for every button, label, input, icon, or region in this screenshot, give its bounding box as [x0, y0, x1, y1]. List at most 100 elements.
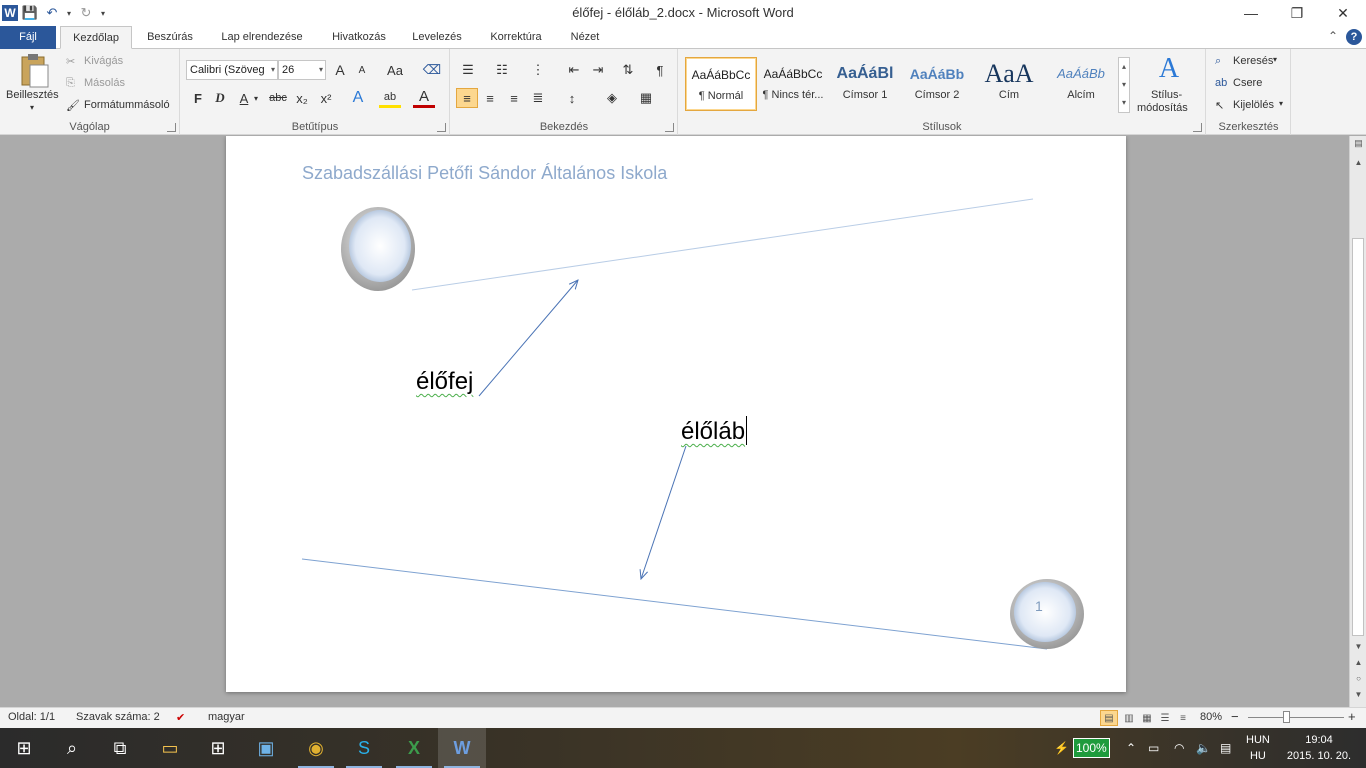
battery-indicator[interactable]: 100% — [1073, 738, 1110, 758]
align-center-icon[interactable]: ≡ — [479, 88, 501, 108]
show-formatting-icon[interactable]: ¶ — [649, 60, 671, 80]
style-normal[interactable]: AaÁáBbCc ¶ Normál — [685, 57, 757, 111]
scroll-down-icon[interactable]: ▼ — [1350, 642, 1366, 651]
restore-button[interactable]: ❐ — [1274, 0, 1320, 26]
grow-font-icon[interactable]: A — [329, 60, 351, 80]
superscript-icon[interactable]: x² — [315, 88, 337, 108]
draft-view-icon[interactable]: ≡ — [1174, 710, 1192, 726]
decrease-indent-icon[interactable]: ⇤ — [563, 60, 585, 80]
zoom-slider-track[interactable] — [1248, 717, 1344, 718]
paste-icon[interactable] — [16, 53, 50, 89]
file-explorer-icon[interactable]: ▭ — [146, 728, 194, 768]
sort-icon[interactable]: ⇅ — [617, 60, 639, 80]
outline-view-icon[interactable]: ☰ — [1156, 710, 1174, 726]
chrome-icon[interactable]: ◉ — [292, 728, 340, 768]
change-styles-label-2[interactable]: módosítás — [1137, 102, 1188, 114]
store-icon[interactable]: ⊞ — [194, 728, 242, 768]
subscript-icon[interactable]: x₂ — [291, 88, 313, 108]
battery-icon[interactable]: ▭ — [1148, 728, 1159, 768]
change-case-icon[interactable]: Aa — [381, 60, 409, 80]
volume-icon[interactable]: 🔈 — [1196, 728, 1211, 768]
style-subtitle[interactable]: AaÁáBb Alcím — [1045, 57, 1117, 111]
replace-button[interactable]: Csere — [1233, 77, 1262, 89]
borders-icon[interactable]: ▦ — [635, 88, 657, 108]
power-icon[interactable]: ⚡ — [1054, 728, 1069, 768]
shading-icon[interactable]: ◈ — [601, 88, 623, 108]
underline-dropdown-icon[interactable]: ▾ — [251, 88, 261, 108]
styles-scroll-icon[interactable]: ▴ ▾ ▾ — [1118, 57, 1130, 113]
zoom-out-button[interactable]: − — [1231, 709, 1239, 724]
paragraph-launcher-icon[interactable] — [665, 123, 674, 132]
input-language[interactable]: HUN HU — [1246, 728, 1270, 768]
app-icon[interactable]: ▣ — [242, 728, 290, 768]
collapse-ribbon-icon[interactable]: ⌃ — [1328, 29, 1338, 45]
tab-insert[interactable]: Beszúrás — [138, 26, 202, 49]
paste-dropdown-icon[interactable]: ▾ — [30, 103, 34, 112]
numbering-icon[interactable]: ☷ — [491, 60, 513, 80]
change-styles-icon[interactable]: A — [1153, 53, 1185, 85]
zoom-slider-thumb[interactable] — [1283, 711, 1290, 723]
align-right-icon[interactable]: ≡ — [503, 88, 525, 108]
clock[interactable]: 19:04 2015. 10. 20. — [1284, 728, 1354, 768]
ruler-toggle-icon[interactable]: ▤ — [1350, 138, 1366, 149]
tab-view[interactable]: Nézet — [562, 26, 608, 49]
line-spacing-icon[interactable]: ↕ — [561, 88, 583, 108]
font-color-icon[interactable]: A — [413, 88, 435, 108]
close-button[interactable]: ✕ — [1320, 0, 1366, 26]
font-name-combo[interactable]: Calibri (Szöveg ▾ — [186, 60, 278, 80]
tab-file[interactable]: Fájl — [0, 26, 56, 49]
language-indicator[interactable]: magyar — [208, 711, 245, 723]
shrink-font-icon[interactable]: A — [351, 60, 373, 80]
bullets-icon[interactable]: ☰ — [457, 60, 479, 80]
format-painter-button[interactable]: Formátummásoló — [84, 99, 170, 111]
tab-mailings[interactable]: Levelezés — [404, 26, 470, 49]
wifi-icon[interactable]: ◠ — [1174, 728, 1184, 768]
excel-icon[interactable]: X — [390, 728, 438, 768]
zoom-in-button[interactable]: + — [1348, 709, 1356, 724]
italic-icon[interactable]: D — [209, 88, 231, 108]
tab-review[interactable]: Korrektúra — [478, 26, 554, 49]
search-icon[interactable]: ⌕ — [48, 728, 96, 768]
clear-formatting-icon[interactable]: ⌫ — [421, 60, 443, 80]
scroll-thumb[interactable] — [1352, 238, 1364, 636]
clipboard-launcher-icon[interactable] — [167, 123, 176, 132]
full-screen-reading-icon[interactable]: ▥ — [1120, 710, 1138, 726]
copy-button[interactable]: Másolás — [84, 77, 125, 89]
select-dropdown-icon[interactable]: ▾ — [1279, 99, 1283, 108]
highlight-icon[interactable]: ab — [379, 88, 401, 108]
footer-label-line[interactable]: élőláb — [681, 416, 748, 446]
word-count[interactable]: Szavak száma: 2 — [76, 711, 160, 723]
prev-page-icon[interactable]: ▲ — [1350, 658, 1366, 667]
header-label-text[interactable]: élőfej — [416, 368, 473, 396]
bold-icon[interactable]: F — [187, 88, 209, 108]
show-hidden-icons[interactable]: ⌃ — [1126, 728, 1136, 768]
skype-icon[interactable]: S — [340, 728, 388, 768]
tab-home[interactable]: Kezdőlap — [60, 26, 132, 49]
web-layout-icon[interactable]: ▦ — [1138, 710, 1156, 726]
document-page[interactable]: Szabadszállási Petőfi Sándor Általános I… — [226, 136, 1126, 692]
print-layout-view-icon[interactable]: ▤ — [1100, 710, 1118, 726]
page-indicator[interactable]: Oldal: 1/1 — [8, 711, 55, 723]
multilevel-list-icon[interactable]: ⋮ — [527, 60, 549, 80]
scroll-up-icon[interactable]: ▲ — [1350, 158, 1366, 167]
style-heading-2[interactable]: AaÁáBb Címsor 2 — [901, 57, 973, 111]
word-taskbar-icon[interactable]: W — [438, 728, 486, 768]
justify-icon[interactable]: ≣ — [527, 88, 549, 108]
change-styles-label-1[interactable]: Stílus- — [1151, 89, 1182, 101]
style-heading-1[interactable]: AaÁáBl Címsor 1 — [829, 57, 901, 111]
proofing-icon[interactable]: ✔ — [176, 711, 185, 724]
tab-page-layout[interactable]: Lap elrendezése — [212, 26, 312, 49]
find-button[interactable]: Keresés — [1233, 55, 1273, 67]
header-text[interactable]: Szabadszállási Petőfi Sándor Általános I… — [302, 163, 667, 184]
style-no-spacing[interactable]: AaÁáBbCc ¶ Nincs tér... — [757, 57, 829, 111]
vertical-scrollbar[interactable]: ▤ ▲ ▼ ▲ ○ ▼ — [1349, 136, 1366, 707]
task-view-icon[interactable]: ⧉ — [96, 728, 144, 768]
help-icon[interactable]: ? — [1346, 29, 1362, 45]
minimize-button[interactable]: — — [1228, 0, 1274, 26]
next-page-icon[interactable]: ▼ — [1350, 690, 1366, 699]
styles-launcher-icon[interactable] — [1193, 123, 1202, 132]
paste-button[interactable]: Beillesztés — [6, 89, 59, 101]
select-button[interactable]: Kijelölés — [1233, 99, 1274, 111]
font-size-combo[interactable]: 26 ▾ — [278, 60, 326, 80]
font-launcher-icon[interactable] — [437, 123, 446, 132]
